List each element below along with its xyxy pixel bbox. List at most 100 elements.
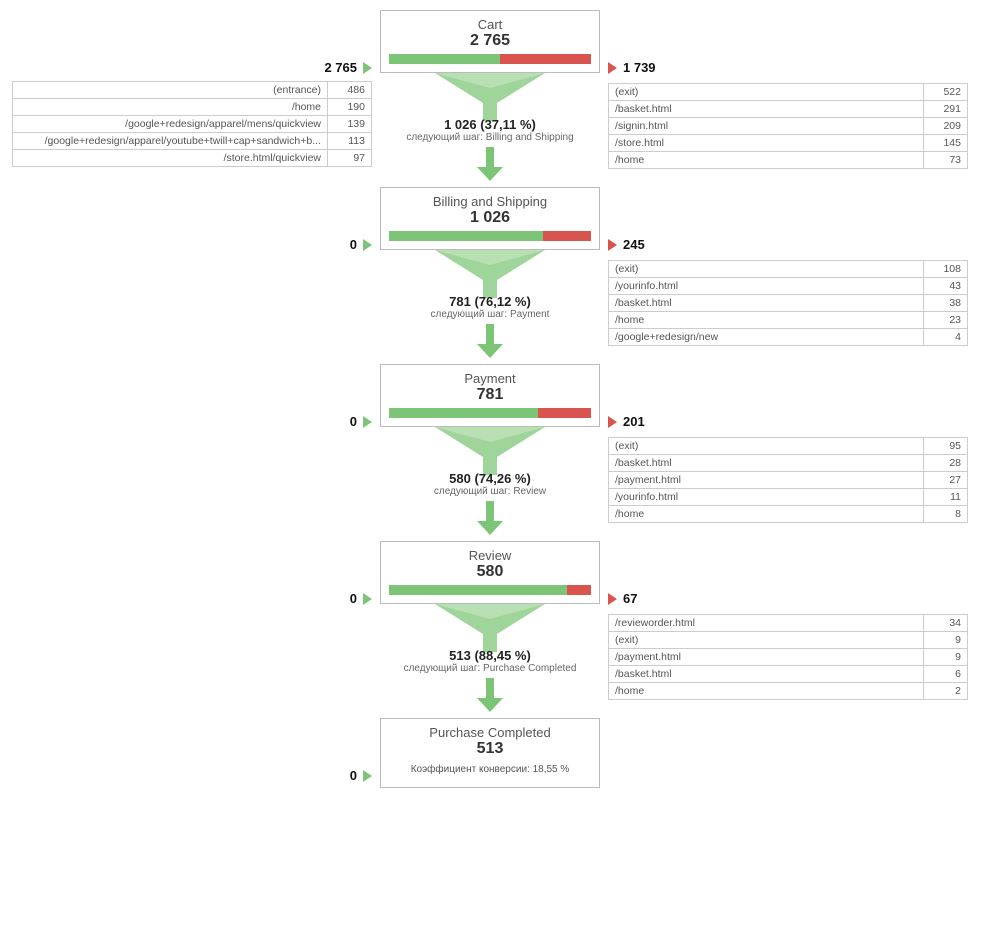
proceed-sub: следующий шаг: Billing and Shipping bbox=[380, 132, 600, 143]
detail-label: /home bbox=[609, 505, 924, 522]
detail-row[interactable]: /store.html 145 bbox=[609, 134, 968, 151]
detail-value: 95 bbox=[924, 437, 968, 454]
proceed-label: 781 (76,12 %) следующий шаг: Payment bbox=[380, 294, 600, 320]
detail-label: /payment.html bbox=[609, 648, 924, 665]
detail-row[interactable]: /google+redesign/new 4 bbox=[609, 328, 968, 345]
bar-exit bbox=[500, 54, 591, 64]
funnel-step-2: 0 Payment 781 580 (74,26 %) следующий ша… bbox=[10, 364, 978, 541]
detail-row[interactable]: /yourinfo.html 11 bbox=[609, 488, 968, 505]
bar-proceed bbox=[389, 408, 538, 418]
detail-label: (exit) bbox=[609, 437, 924, 454]
detail-row[interactable]: /home 2 bbox=[609, 682, 968, 699]
detail-value: 11 bbox=[924, 488, 968, 505]
outflow-label: 1 739 bbox=[608, 60, 656, 75]
detail-row[interactable]: /google+redesign/apparel/mens/quickview … bbox=[13, 116, 372, 133]
exit-detail-table: (exit) 95 /basket.html 28 /payment.html … bbox=[608, 437, 968, 523]
detail-label: /home bbox=[609, 682, 924, 699]
outflow-value: 201 bbox=[623, 414, 645, 429]
detail-row[interactable]: /basket.html 28 bbox=[609, 454, 968, 471]
step-count: 2 765 bbox=[389, 32, 591, 50]
inflow-label: 0 bbox=[350, 591, 372, 606]
step-box[interactable]: Billing and Shipping 1 026 bbox=[380, 187, 600, 250]
step-center: Review 580 513 (88,45 %) следующий шаг: … bbox=[380, 541, 600, 718]
detail-row[interactable]: /revieworder.html 34 bbox=[609, 614, 968, 631]
inflow-column: 0 bbox=[10, 718, 380, 783]
step-center: Purchase Completed 513 Коэффициент конве… bbox=[380, 718, 600, 788]
inflow-label: 0 bbox=[350, 237, 372, 252]
detail-value: 6 bbox=[924, 665, 968, 682]
detail-row[interactable]: /home 190 bbox=[13, 99, 372, 116]
step-title: Purchase Completed bbox=[389, 725, 591, 740]
step-box[interactable]: Purchase Completed 513 Коэффициент конве… bbox=[380, 718, 600, 788]
exit-detail-table: (exit) 522 /basket.html 291 /signin.html… bbox=[608, 83, 968, 169]
triangle-right-red-icon bbox=[608, 239, 617, 251]
step-title: Cart bbox=[389, 17, 591, 32]
detail-row[interactable]: /payment.html 9 bbox=[609, 648, 968, 665]
detail-label: /home bbox=[13, 99, 328, 116]
triangle-right-red-icon bbox=[608, 62, 617, 74]
inflow-value: 2 765 bbox=[324, 60, 357, 75]
detail-value: 43 bbox=[924, 277, 968, 294]
detail-label: /yourinfo.html bbox=[609, 277, 924, 294]
detail-row[interactable]: (exit) 9 bbox=[609, 631, 968, 648]
detail-row[interactable]: /home 23 bbox=[609, 311, 968, 328]
funnel-icon bbox=[380, 427, 600, 475]
detail-row[interactable]: /home 73 bbox=[609, 151, 968, 168]
detail-row[interactable]: /signin.html 209 bbox=[609, 117, 968, 134]
step-title: Billing and Shipping bbox=[389, 194, 591, 209]
step-box[interactable]: Review 580 bbox=[380, 541, 600, 604]
detail-label: /revieworder.html bbox=[609, 614, 924, 631]
proceed-sub: следующий шаг: Review bbox=[380, 486, 600, 497]
detail-row[interactable]: /basket.html 291 bbox=[609, 100, 968, 117]
detail-label: /basket.html bbox=[609, 294, 924, 311]
detail-row[interactable]: /basket.html 38 bbox=[609, 294, 968, 311]
detail-value: 9 bbox=[924, 648, 968, 665]
detail-label: /basket.html bbox=[609, 454, 924, 471]
detail-label: (exit) bbox=[609, 260, 924, 277]
inflow-value: 0 bbox=[350, 237, 357, 252]
bar-exit bbox=[567, 585, 591, 595]
detail-row[interactable]: (exit) 108 bbox=[609, 260, 968, 277]
detail-row[interactable]: /store.html/quickview 97 bbox=[13, 150, 372, 167]
detail-row[interactable]: (exit) 95 bbox=[609, 437, 968, 454]
detail-value: 28 bbox=[924, 454, 968, 471]
detail-value: 23 bbox=[924, 311, 968, 328]
detail-row[interactable]: /payment.html 27 bbox=[609, 471, 968, 488]
funnel-step-0: 2 765 (entrance) 486 /home 190 /google+r… bbox=[10, 10, 978, 187]
detail-row[interactable]: (exit) 522 bbox=[609, 83, 968, 100]
step-box[interactable]: Cart 2 765 bbox=[380, 10, 600, 73]
bar-exit bbox=[538, 408, 591, 418]
detail-value: 4 bbox=[924, 328, 968, 345]
detail-label: /home bbox=[609, 311, 924, 328]
step-box[interactable]: Payment 781 bbox=[380, 364, 600, 427]
detail-value: 113 bbox=[328, 133, 372, 150]
detail-row[interactable]: (entrance) 486 bbox=[13, 82, 372, 99]
outflow-value: 245 bbox=[623, 237, 645, 252]
detail-value: 190 bbox=[328, 99, 372, 116]
proceed-main: 513 (88,45 %) bbox=[380, 648, 600, 663]
triangle-right-green-icon bbox=[363, 239, 372, 251]
detail-value: 108 bbox=[924, 260, 968, 277]
proceed-label: 513 (88,45 %) следующий шаг: Purchase Co… bbox=[380, 648, 600, 674]
step-title: Payment bbox=[389, 371, 591, 386]
detail-row[interactable]: /yourinfo.html 43 bbox=[609, 277, 968, 294]
outflow-value: 1 739 bbox=[623, 60, 656, 75]
conversion-rate: Коэффициент конверсии: 18,55 % bbox=[389, 762, 591, 779]
detail-row[interactable]: /basket.html 6 bbox=[609, 665, 968, 682]
outflow-value: 67 bbox=[623, 591, 637, 606]
detail-label: /basket.html bbox=[609, 665, 924, 682]
detail-value: 27 bbox=[924, 471, 968, 488]
step-center: Cart 2 765 1 026 (37,11 %) следующий шаг… bbox=[380, 10, 600, 187]
detail-value: 34 bbox=[924, 614, 968, 631]
proceed-bar bbox=[389, 231, 591, 241]
proceed-bar bbox=[389, 408, 591, 418]
funnel-icon bbox=[380, 250, 600, 298]
bar-proceed bbox=[389, 231, 543, 241]
detail-row[interactable]: /google+redesign/apparel/youtube+twill+c… bbox=[13, 133, 372, 150]
detail-row[interactable]: /home 8 bbox=[609, 505, 968, 522]
funnel-visualization: 2 765 (entrance) 486 /home 190 /google+r… bbox=[10, 10, 978, 788]
detail-label: /home bbox=[609, 151, 924, 168]
inflow-label: 2 765 bbox=[324, 60, 372, 75]
triangle-right-green-icon bbox=[363, 62, 372, 74]
outflow-column: 245 (exit) 108 /yourinfo.html 43 /basket… bbox=[600, 187, 978, 346]
